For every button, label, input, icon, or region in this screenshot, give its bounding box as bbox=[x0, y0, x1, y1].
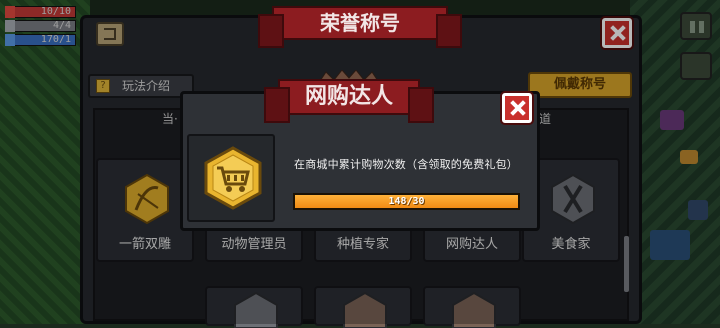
title-description: 在商城中累计购物次数（含领取的免费礼包） bbox=[294, 158, 518, 171]
modal-title: 网购达人 bbox=[264, 79, 434, 123]
progress-text: 148/30 bbox=[388, 196, 425, 207]
badge-frame bbox=[187, 134, 275, 222]
close-modal-button[interactable] bbox=[502, 93, 532, 123]
panel-title: 荣誉称号 bbox=[258, 6, 462, 48]
cart-badge-icon bbox=[204, 146, 262, 210]
progress-bar: 148/30 bbox=[293, 193, 520, 210]
